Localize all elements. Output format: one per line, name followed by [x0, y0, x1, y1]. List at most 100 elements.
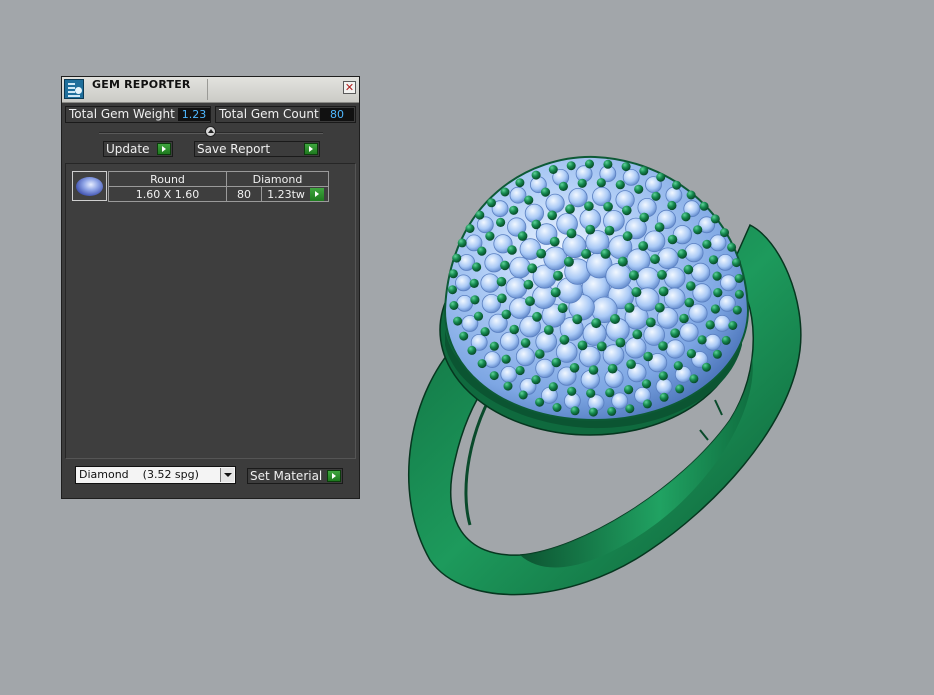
- green-arrow-icon: [157, 143, 171, 155]
- pave-prong: [604, 225, 615, 236]
- pave-prong: [625, 404, 635, 414]
- green-arrow-icon[interactable]: [310, 187, 324, 201]
- pave-prong: [615, 337, 626, 348]
- pave-prong: [712, 349, 722, 359]
- pave-prong: [535, 397, 545, 407]
- pave-prong: [645, 317, 656, 328]
- pave-stone: [456, 294, 473, 312]
- pave-prong: [622, 231, 633, 242]
- pave-prong: [605, 388, 615, 398]
- pave-prong: [603, 201, 613, 212]
- pave-prong: [470, 295, 480, 305]
- pave-stone: [679, 322, 699, 342]
- ring-viewport[interactable]: [370, 130, 830, 610]
- pave-prong: [517, 231, 528, 241]
- pave-prong: [557, 303, 568, 314]
- pave-prong: [497, 293, 507, 304]
- pave-prong: [656, 172, 666, 182]
- pave-prong: [713, 288, 723, 298]
- pave-prong: [596, 178, 606, 188]
- gem-size-cell: 1.60 X 1.60: [108, 186, 227, 202]
- pave-prong: [607, 363, 618, 374]
- material-select[interactable]: Diamond (3.52 spg): [75, 466, 236, 484]
- pave-prong: [532, 311, 542, 322]
- pave-prong: [448, 269, 458, 279]
- pave-stone: [531, 284, 556, 309]
- pave-prong: [501, 354, 511, 364]
- panel-titlebar[interactable]: GEM REPORTER ✕: [62, 77, 359, 103]
- pave-prong: [547, 210, 557, 221]
- set-material-button[interactable]: Set Material: [247, 468, 343, 484]
- pave-prong: [527, 263, 538, 274]
- chevron-down-icon[interactable]: [220, 468, 234, 482]
- pave-prong: [667, 200, 677, 211]
- pave-prong: [686, 281, 696, 291]
- gem-row-table: Round Diamond 1.60 X 1.60 80 1.23tw: [108, 171, 329, 202]
- panel-splitter-handle[interactable]: [205, 126, 216, 137]
- pave-prong: [524, 195, 534, 205]
- pave-stone: [624, 336, 647, 359]
- pave-stone: [704, 333, 722, 351]
- total-gem-weight-box: Total Gem Weight 1.23: [65, 106, 211, 123]
- pave-prong: [683, 264, 694, 275]
- pave-prong: [475, 210, 485, 220]
- pave-prong: [634, 184, 644, 194]
- pave-prong: [622, 205, 632, 216]
- pave-prong: [548, 382, 558, 392]
- pave-prong: [585, 224, 596, 235]
- pave-prong: [712, 271, 722, 281]
- gem-shape-cell: Round: [108, 171, 227, 187]
- pave-prong: [569, 363, 580, 373]
- pave-prong: [489, 371, 499, 381]
- pave-prong: [507, 245, 517, 255]
- gem-weight-value: 1.23tw: [267, 187, 305, 201]
- pave-prong: [591, 318, 602, 329]
- pave-prong: [485, 231, 495, 241]
- pave-stone: [611, 392, 629, 410]
- pave-prong: [473, 311, 484, 321]
- pave-prong: [489, 341, 499, 351]
- pave-prong: [727, 242, 737, 252]
- pave-prong: [567, 386, 577, 396]
- total-gem-count-box: Total Gem Count 80: [215, 106, 356, 123]
- pave-prong: [509, 205, 519, 215]
- save-report-button[interactable]: Save Report: [194, 141, 320, 157]
- gem-reporter-panel: GEM REPORTER ✕ Total Gem Weight 1.23 Tot…: [61, 76, 360, 499]
- pave-prong: [588, 407, 598, 417]
- pave-prong: [734, 273, 744, 283]
- update-button[interactable]: Update: [103, 141, 173, 157]
- pave-prong: [584, 201, 594, 211]
- pave-prong: [624, 385, 634, 395]
- pave-stone: [690, 262, 711, 282]
- pave-stone: [484, 253, 504, 273]
- pave-prong: [659, 392, 669, 402]
- pave-prong: [641, 379, 652, 389]
- pave-prong: [732, 305, 742, 315]
- pave-prong: [552, 403, 562, 412]
- pave-stone: [509, 186, 527, 204]
- total-gem-count-label: Total Gem Count: [219, 107, 319, 121]
- pave-prong: [734, 289, 744, 299]
- pave-prong: [626, 359, 636, 369]
- pave-stone: [709, 234, 727, 252]
- pave-dome: [443, 155, 750, 422]
- pave-prong: [699, 201, 709, 211]
- green-arrow-icon: [327, 470, 341, 482]
- pave-prong: [639, 212, 649, 223]
- close-icon[interactable]: ✕: [343, 81, 356, 94]
- pave-prong: [686, 190, 696, 200]
- pave-stone: [483, 351, 501, 369]
- pave-prong: [566, 161, 576, 171]
- gem-count-cell: 80: [226, 186, 262, 202]
- pave-prong: [535, 349, 545, 359]
- pave-prong: [525, 296, 535, 307]
- pave-prong: [697, 335, 707, 345]
- pave-prong: [642, 399, 652, 409]
- pave-prong: [515, 365, 525, 376]
- pave-prong: [459, 331, 469, 341]
- pave-prong: [677, 249, 687, 259]
- pave-prong: [658, 286, 669, 297]
- pave-prong: [643, 351, 653, 362]
- pave-prong: [702, 239, 712, 249]
- round-gem-icon[interactable]: [72, 171, 107, 201]
